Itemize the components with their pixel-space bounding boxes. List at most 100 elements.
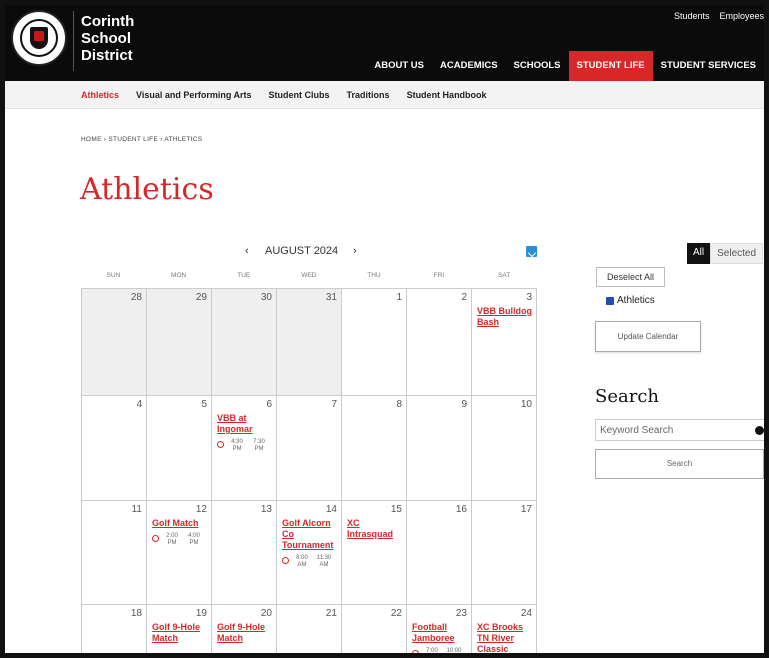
day-number: 22 bbox=[390, 608, 402, 619]
calendar-header: ‹ AUGUST 2024 › bbox=[81, 242, 537, 262]
event-title-link[interactable]: VBB Bulldog Bash bbox=[477, 306, 533, 328]
calendar-day-cell[interactable]: 21 bbox=[277, 605, 342, 653]
athletics-checkbox[interactable]: Athletics bbox=[606, 295, 655, 306]
event-time: 7:00 10:00 bbox=[412, 648, 468, 653]
nav-academics[interactable]: ACADEMICS bbox=[432, 51, 506, 81]
calendar-day-cell[interactable]: 13 bbox=[212, 501, 277, 605]
calendar-day-cell[interactable]: 3 VBB Bulldog Bash bbox=[472, 289, 537, 396]
event-title-link[interactable]: Football Jamboree bbox=[412, 622, 468, 644]
subnav-student-clubs[interactable]: Student Clubs bbox=[269, 81, 330, 108]
calendar-day-cell[interactable]: 2 bbox=[407, 289, 472, 396]
nav-student-life[interactable]: STUDENT LIFE bbox=[568, 51, 653, 81]
event-title-link[interactable]: VBB at Ingomar bbox=[217, 413, 273, 435]
nav-schools[interactable]: SCHOOLS bbox=[506, 51, 569, 81]
students-link[interactable]: Students bbox=[674, 11, 710, 21]
event-title-link[interactable]: XC Brooks TN River Classic bbox=[477, 622, 533, 653]
calendar-day-cell[interactable]: 28 bbox=[82, 289, 147, 396]
dow-label: THU bbox=[367, 272, 381, 279]
day-number: 7 bbox=[331, 399, 337, 410]
calendar-day-cell[interactable]: 17 bbox=[472, 501, 537, 605]
event-end-time: 10:00 bbox=[446, 648, 462, 653]
dow-label: SUN bbox=[106, 272, 121, 279]
day-number: 11 bbox=[131, 504, 142, 515]
calendar-day-cell[interactable]: 12 Golf Match 2:00 PM 4:00 PM bbox=[147, 501, 212, 605]
dow-label: FRI bbox=[433, 272, 445, 279]
event-start-time: 7:00 bbox=[426, 648, 438, 653]
calendar-day-cell[interactable]: 22 bbox=[342, 605, 407, 653]
filter-tabs: All Selected bbox=[687, 243, 764, 264]
calendar-day-cell[interactable]: 7 bbox=[277, 396, 342, 501]
update-calendar-button[interactable]: Update Calendar bbox=[595, 321, 701, 352]
calendar-day-cell[interactable]: 16 bbox=[407, 501, 472, 605]
calendar-day-cell[interactable]: 24 XC Brooks TN River Classic bbox=[472, 605, 537, 653]
search-input[interactable] bbox=[595, 419, 764, 441]
clock-icon bbox=[152, 535, 159, 542]
category-label: Athletics bbox=[617, 295, 655, 306]
calendar-day-cell[interactable]: 1 bbox=[342, 289, 407, 396]
nav-student-services[interactable]: STUDENT SERVICES bbox=[653, 51, 764, 81]
event-title-link[interactable]: XC Intrasquad bbox=[347, 518, 403, 540]
calendar-day-cell[interactable]: 20 Golf 9-Hole Match bbox=[212, 605, 277, 653]
day-number: 12 bbox=[195, 504, 207, 515]
day-number: 18 bbox=[130, 608, 142, 619]
calendar-day-cell[interactable]: 8 bbox=[342, 396, 407, 501]
day-number: 9 bbox=[461, 399, 467, 410]
district-name-line: Corinth bbox=[81, 13, 135, 30]
calendar-event: Golf Match 2:00 PM 4:00 PM bbox=[152, 518, 208, 547]
calendar-day-cell[interactable]: 10 bbox=[472, 396, 537, 501]
day-number: 20 bbox=[260, 608, 272, 619]
calendar-event: Golf 9-Hole Match bbox=[152, 622, 208, 644]
subnav-performing-arts[interactable]: Visual and Performing Arts bbox=[136, 81, 252, 108]
search-clear-icon[interactable] bbox=[755, 426, 764, 435]
calendar-export-icon[interactable] bbox=[526, 246, 537, 257]
day-number: 29 bbox=[195, 292, 207, 303]
calendar-day-cell[interactable]: 6 VBB at Ingomar 4:30 PM 7:30 PM bbox=[212, 396, 277, 501]
event-title-link[interactable]: Golf 9-Hole Match bbox=[152, 622, 208, 644]
search-heading: Search bbox=[595, 386, 659, 407]
calendar-day-cell[interactable]: 30 bbox=[212, 289, 277, 396]
event-title-link[interactable]: Golf 9-Hole Match bbox=[217, 622, 273, 644]
tab-all[interactable]: All bbox=[687, 243, 711, 264]
subnav-traditions[interactable]: Traditions bbox=[347, 81, 390, 108]
calendar-day-cell[interactable]: 5 bbox=[147, 396, 212, 501]
calendar-event: XC Brooks TN River Classic bbox=[477, 622, 533, 653]
day-number: 30 bbox=[260, 292, 272, 303]
calendar-grid: 28 29 30 31 1 2 3 VBB Bulldog Bash 4 5 6 VBB at Ing… bbox=[81, 288, 537, 653]
calendar-day-cell[interactable]: 14 Golf Alcorn Co Tournament 8:00 AM 11:30 … bbox=[277, 501, 342, 605]
day-number: 23 bbox=[455, 608, 467, 619]
tab-selected[interactable]: Selected bbox=[710, 243, 764, 264]
day-number: 3 bbox=[526, 292, 532, 303]
day-number: 24 bbox=[520, 608, 532, 619]
event-title-link[interactable]: Golf Alcorn Co Tournament bbox=[282, 518, 338, 551]
subnav-student-handbook[interactable]: Student Handbook bbox=[407, 81, 487, 108]
calendar-day-cell[interactable]: 15 XC Intrasquad bbox=[342, 501, 407, 605]
breadcrumb[interactable]: HOME › STUDENT LIFE › ATHLETICS bbox=[81, 136, 202, 143]
calendar-day-cell[interactable]: 23 Football Jamboree 7:00 10:00 bbox=[407, 605, 472, 653]
subnav-athletics[interactable]: Athletics bbox=[81, 81, 119, 108]
district-name[interactable]: Corinth School District bbox=[81, 13, 134, 64]
calendar-day-cell[interactable]: 19 Golf 9-Hole Match bbox=[147, 605, 212, 653]
deselect-all-button[interactable]: Deselect All bbox=[596, 267, 665, 287]
day-number: 15 bbox=[390, 504, 402, 515]
day-number: 31 bbox=[325, 292, 337, 303]
nav-about-us[interactable]: ABOUT US bbox=[366, 51, 432, 81]
employees-link[interactable]: Employees bbox=[719, 11, 764, 21]
search-button[interactable]: Search bbox=[595, 449, 764, 479]
calendar-day-cell[interactable]: 9 bbox=[407, 396, 472, 501]
calendar-day-cell[interactable]: 31 bbox=[277, 289, 342, 396]
next-month-button[interactable]: › bbox=[353, 245, 357, 257]
calendar-event: Golf 9-Hole Match bbox=[217, 622, 273, 644]
checkbox-checked-icon[interactable] bbox=[606, 296, 614, 305]
calendar-day-cell[interactable]: 18 bbox=[82, 605, 147, 653]
day-number: 8 bbox=[396, 399, 402, 410]
day-number: 28 bbox=[130, 292, 142, 303]
calendar-day-cell[interactable]: 4 bbox=[82, 396, 147, 501]
calendar-day-cell[interactable]: 11 bbox=[82, 501, 147, 605]
main-nav: ABOUT US ACADEMICS SCHOOLS STUDENT LIFE … bbox=[366, 51, 764, 81]
district-seal-logo[interactable] bbox=[11, 10, 67, 66]
day-number: 21 bbox=[325, 608, 337, 619]
calendar-day-cell[interactable]: 29 bbox=[147, 289, 212, 396]
event-title-link[interactable]: Golf Match bbox=[152, 518, 208, 529]
prev-month-button[interactable]: ‹ bbox=[245, 245, 249, 257]
day-number: 13 bbox=[260, 504, 272, 515]
